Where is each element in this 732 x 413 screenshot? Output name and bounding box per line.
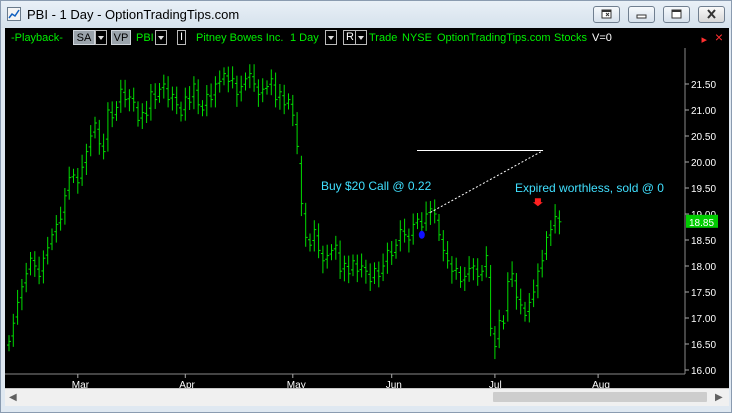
maximize-button[interactable]	[663, 6, 690, 23]
scroll-right-icon[interactable]: ▶	[715, 392, 723, 403]
symbol-dropdown-icon[interactable]	[155, 30, 167, 45]
pin-icon[interactable]: ▸	[701, 33, 707, 46]
horizontal-scrollbar[interactable]: ◀ ▶	[5, 388, 729, 406]
playback-label[interactable]: -Playback-	[11, 32, 63, 44]
y-tick-label: 20.50	[691, 132, 716, 143]
price-chart[interactable]: 21.5021.0020.5020.0019.5019.0018.5018.00…	[5, 28, 729, 397]
y-tick-label: 18.50	[691, 236, 716, 247]
sa-dropdown-icon[interactable]	[95, 30, 107, 45]
stocks-label: Stocks	[554, 32, 588, 44]
volume-label: V=0	[592, 32, 612, 44]
y-tick-label: 16.50	[691, 340, 716, 351]
y-tick-label: 16.00	[691, 366, 716, 377]
vp-box[interactable]: VP	[111, 30, 131, 45]
company-label: Pitney Bowes Inc.	[196, 32, 284, 44]
close-button[interactable]	[698, 6, 725, 23]
y-tick-label: 18.00	[691, 262, 716, 273]
last-price-label: 18.85	[689, 218, 714, 229]
close-icon[interactable]: ×	[715, 29, 723, 45]
y-tick-label: 17.50	[691, 288, 716, 299]
expired-annotation: Expired worthless, sold @ 0	[515, 181, 664, 195]
minimize-button[interactable]	[628, 6, 655, 23]
title-bar: PBI - 1 Day - OptionTradingTips.com	[1, 1, 731, 28]
y-tick-label: 17.00	[691, 314, 716, 325]
maximize-icon	[671, 9, 682, 19]
window-title: PBI - 1 Day - OptionTradingTips.com	[27, 7, 240, 22]
trade-label[interactable]: Trade	[369, 32, 397, 44]
interval-dropdown-icon[interactable]	[325, 30, 337, 45]
minimize-icon	[636, 14, 647, 19]
r-dropdown-icon[interactable]	[355, 30, 367, 45]
app-window: PBI - 1 Day - OptionTradingTips.com 21.5…	[0, 0, 732, 413]
restore-down-button[interactable]	[593, 6, 620, 23]
y-tick-label: 20.00	[691, 158, 716, 169]
chart-window: 21.5021.0020.5020.0019.5019.0018.5018.00…	[5, 28, 729, 397]
site-label: OptionTradingTips.com	[437, 32, 551, 44]
restore-icon	[601, 9, 612, 19]
info-button[interactable]: I	[177, 30, 187, 45]
scroll-thumb[interactable]	[493, 392, 707, 402]
sell-marker-icon	[532, 198, 543, 207]
buy-marker-icon	[418, 230, 425, 239]
y-tick-label: 21.00	[691, 106, 716, 117]
scroll-left-icon[interactable]: ◀	[9, 392, 17, 403]
buy-annotation: Buy $20 Call @ 0.22	[321, 179, 432, 193]
chart-toolbar: -Playback- SA VP PBI I Pitney Bowes Inc.…	[5, 28, 729, 48]
symbol-label[interactable]: PBI	[136, 32, 154, 44]
app-icon	[7, 7, 21, 21]
y-tick-label: 21.50	[691, 80, 716, 91]
y-tick-label: 19.50	[691, 184, 716, 195]
sa-box[interactable]: SA	[73, 30, 95, 45]
interval-label[interactable]: 1 Day	[290, 32, 319, 44]
close-window-icon	[707, 9, 716, 19]
exchange-label: NYSE	[402, 32, 432, 44]
